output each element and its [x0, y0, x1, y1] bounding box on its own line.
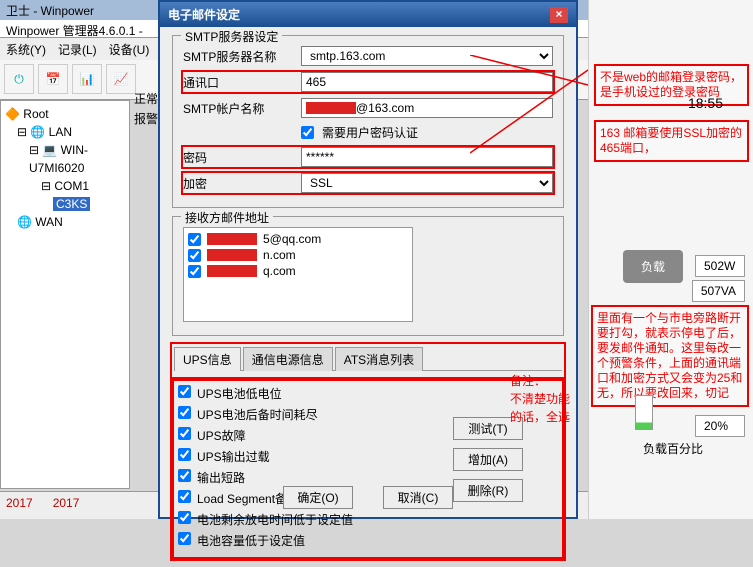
server-select[interactable]: smtp.163.com	[301, 46, 553, 66]
password-input[interactable]	[301, 147, 553, 167]
account-redacted	[306, 102, 356, 114]
label-auth: 需要用户密码认证	[322, 124, 418, 141]
recipients-label: 接收方邮件地址	[181, 209, 273, 226]
menu-system[interactable]: 系统(Y)	[6, 41, 46, 57]
pct-label: 负载百分比	[643, 440, 703, 457]
menu-device[interactable]: 设备(U)	[109, 41, 150, 57]
stats-icon[interactable]: 📈	[106, 64, 136, 94]
load-bar-icon	[635, 395, 653, 430]
list-item[interactable]: n.com	[188, 248, 408, 262]
label-account: SMTP帐户名称	[183, 100, 293, 117]
ok-button[interactable]: 确定(O)	[283, 486, 353, 509]
smtp-group: SMTP服务器设定 SMTP服务器名称 smtp.163.com 通讯口 SMT…	[172, 35, 564, 208]
list-item[interactable]: q.com	[188, 264, 408, 278]
column-header-alarm: 报警	[134, 110, 158, 127]
device-tree[interactable]: 🔶 Root ⊟ 🌐 LAN ⊟ 💻 WIN-U7MI6020 ⊟ COM1 C…	[0, 100, 130, 489]
note-text: 备注： 不清楚功能的话，全选	[510, 372, 576, 426]
annotation-2: 163 邮箱要使用SSL加密的465端口，	[594, 120, 749, 162]
auth-checkbox[interactable]	[301, 126, 314, 139]
chk-capacity[interactable]: 电池容量低于设定值	[178, 532, 558, 549]
tree-wan[interactable]: 🌐 WAN	[5, 213, 125, 231]
annotation-3: 里面有一个与市电旁路断开要打勾，就表示停电了后，要发邮件通知。这里每改一个预警条…	[591, 305, 749, 407]
smtp-group-label: SMTP服务器设定	[181, 28, 282, 45]
add-button[interactable]: 增加(A)	[453, 448, 523, 471]
recipients-list[interactable]: 5@qq.com n.com q.com	[183, 227, 413, 322]
close-icon[interactable]: ×	[550, 7, 568, 23]
tab-ats[interactable]: ATS消息列表	[335, 347, 423, 371]
va-value: 507VA	[692, 280, 745, 302]
chk-low-battery[interactable]: UPS电池低电位	[178, 385, 558, 402]
label-port: 通讯口	[183, 74, 293, 91]
dialog-titlebar[interactable]: 电子邮件设定 ×	[160, 2, 576, 27]
encryption-select[interactable]: SSL	[301, 173, 553, 193]
recipients-group: 接收方邮件地址 5@qq.com n.com q.com 测试(T) 增加(A)…	[172, 216, 564, 336]
column-header-normal: 正常	[134, 90, 158, 107]
email-settings-dialog: 电子邮件设定 × SMTP服务器设定 SMTP服务器名称 smtp.163.co…	[158, 0, 578, 519]
time-label: 18:55	[688, 95, 723, 111]
port-input[interactable]	[301, 72, 553, 92]
label-password: 密码	[183, 149, 293, 166]
annotation-1: 不是web的邮箱登录密码，是手机设过的登录密码	[594, 64, 749, 106]
power-icon[interactable]: ⏻	[4, 64, 34, 94]
tree-host[interactable]: ⊟ 💻 WIN-U7MI6020	[5, 141, 125, 177]
cancel-button[interactable]: 取消(C)	[383, 486, 453, 509]
calendar-icon[interactable]: 📅	[38, 64, 68, 94]
right-panel: 不是web的邮箱登录密码，是手机设过的登录密码 18:55 163 邮箱要使用S…	[588, 0, 753, 519]
label-encryption: 加密	[183, 175, 293, 192]
list-item[interactable]: 5@qq.com	[188, 232, 408, 246]
tree-device-selected[interactable]: C3KS	[5, 195, 125, 213]
menu-log[interactable]: 记录(L)	[58, 41, 97, 57]
status-1: 2017	[6, 496, 33, 515]
tree-root[interactable]: 🔶 Root	[5, 105, 125, 123]
load-badge: 负载	[623, 250, 683, 283]
tree-lan[interactable]: ⊟ 🌐 LAN	[5, 123, 125, 141]
tree-com[interactable]: ⊟ COM1	[5, 177, 125, 195]
chart-icon[interactable]: 📊	[72, 64, 102, 94]
watt-value: 502W	[695, 255, 745, 277]
chk-discharge-time[interactable]: 电池剩余放电时间低于设定值	[178, 511, 558, 528]
status-2: 2017	[53, 496, 80, 515]
label-server: SMTP服务器名称	[183, 48, 293, 65]
pct-value: 20%	[695, 415, 745, 437]
tabs: UPS信息 通信电源信息 ATS消息列表	[174, 346, 562, 371]
tab-comm[interactable]: 通信电源信息	[243, 347, 333, 371]
tab-ups[interactable]: UPS信息	[174, 347, 241, 371]
dialog-title: 电子邮件设定	[168, 6, 240, 23]
